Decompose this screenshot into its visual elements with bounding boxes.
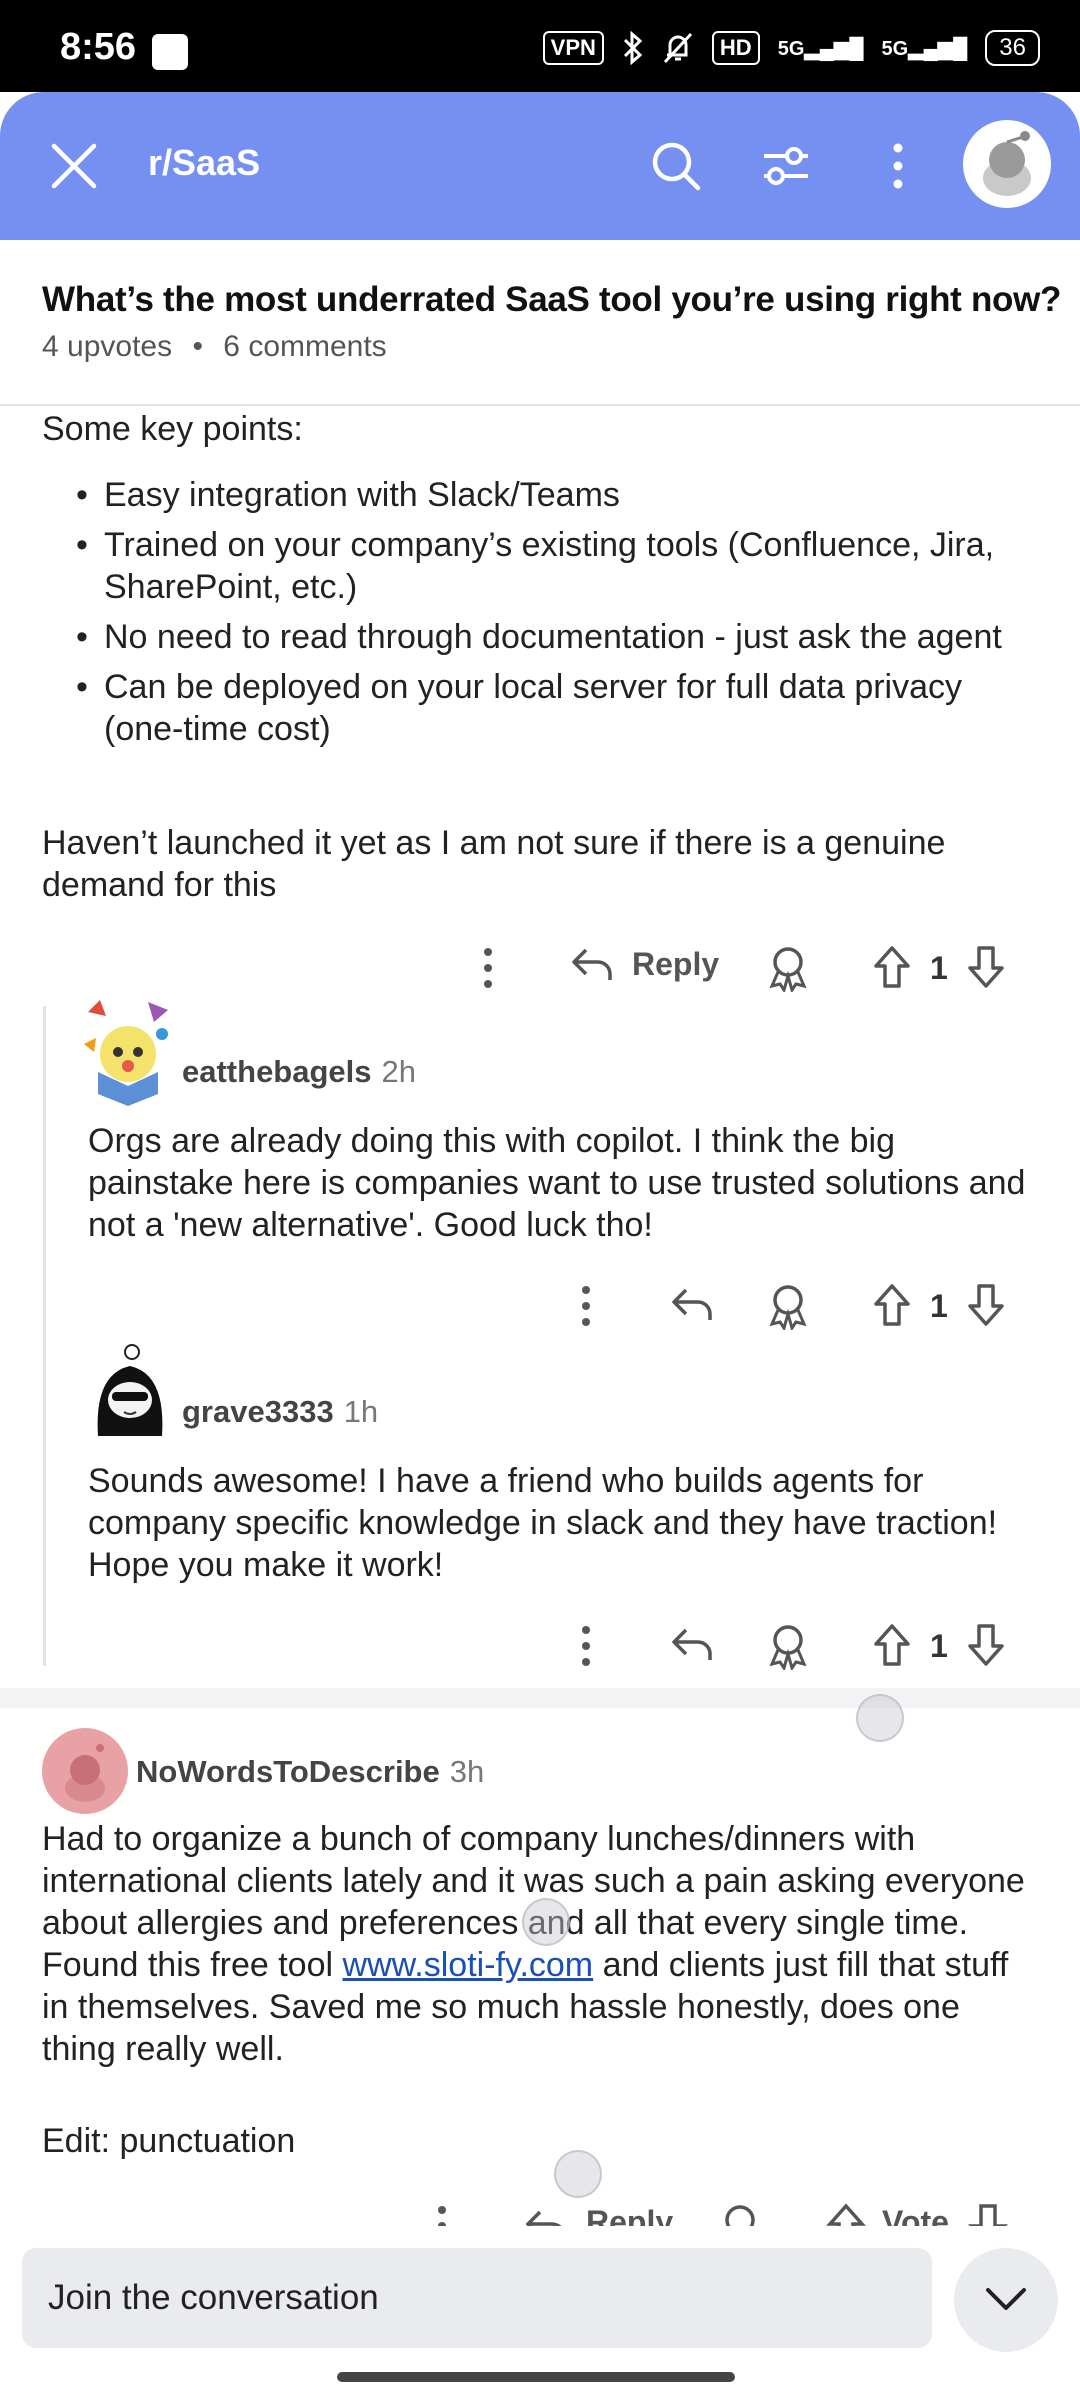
username[interactable]: grave3333 — [182, 1394, 334, 1429]
upvote-icon[interactable] — [872, 1282, 912, 1328]
filter-icon[interactable] — [760, 140, 812, 192]
comment-link[interactable]: www.sloti-fy.com — [343, 1946, 594, 1984]
home-indicator[interactable] — [337, 2372, 735, 2382]
status-bar: 8:56 VPN HD 5G▂▄▆█ 5G▂▄▆█ 36 — [0, 0, 1080, 92]
thread-line[interactable] — [43, 1006, 46, 1666]
comment-text: Sounds awesome! I have a friend who buil… — [88, 1462, 998, 1584]
meta-separator: • — [192, 330, 203, 363]
comment-text: Haven’t launched it yet as I am not sure… — [42, 824, 946, 904]
comment-time: 3h — [449, 1754, 485, 1789]
comment-author: grave3333 1h — [182, 1394, 378, 1430]
comment-actions: Reply Vote — [0, 2196, 1080, 2226]
comment-count: 6 comments — [223, 330, 387, 363]
comment-time: 2h — [381, 1054, 416, 1089]
reply-icon[interactable] — [524, 2206, 568, 2226]
list-item: Can be deployed on your local server for… — [76, 666, 1036, 750]
upvote-icon[interactable] — [872, 1622, 912, 1668]
reply-button[interactable]: Reply — [570, 944, 719, 984]
comment-author: NoWordsToDescribe 3h — [136, 1754, 484, 1790]
vote-count: 1 — [930, 1288, 948, 1324]
comment-input-placeholder: Join the conversation — [48, 2278, 379, 2317]
user-avatar-icon[interactable] — [42, 1728, 128, 1814]
comment-edit-note: Edit: punctuation — [42, 2122, 296, 2160]
reply-icon — [572, 948, 612, 980]
list-item: Trained on your company’s existing tools… — [76, 524, 1036, 608]
snoo-avatar-icon — [983, 131, 1031, 196]
comment-text: Some key points: — [42, 410, 303, 448]
collapse-button[interactable] — [954, 2248, 1058, 2352]
mute-bell-icon — [663, 32, 693, 64]
notification-app-icon — [152, 34, 188, 70]
chevron-down-icon — [986, 2288, 1026, 2310]
comment-time: 1h — [343, 1394, 379, 1429]
close-icon[interactable] — [48, 140, 100, 192]
hd-icon: HD — [711, 31, 760, 65]
vpn-icon: VPN — [542, 31, 604, 65]
comment-input[interactable]: Join the conversation — [22, 2248, 932, 2348]
reply-label[interactable]: Reply — [586, 2204, 673, 2226]
more-options-icon[interactable] — [470, 944, 506, 992]
signal-5g-label: 5G — [777, 37, 805, 60]
comment-bullet-list: Easy integration with Slack/Teams Traine… — [76, 474, 1036, 758]
battery-icon: 36 — [985, 30, 1040, 66]
username[interactable]: NoWordsToDescribe — [136, 1754, 440, 1789]
downvote-icon[interactable] — [966, 944, 1006, 990]
reply-icon[interactable] — [670, 1284, 714, 1324]
touch-indicator — [856, 1694, 904, 1742]
touch-indicator — [554, 2150, 602, 2198]
comment-author: eatthebagels 2h — [182, 1054, 416, 1090]
signal-5g-label-2: 5G — [881, 37, 909, 60]
more-vertical-icon[interactable] — [872, 140, 924, 192]
user-avatar-icon[interactable] — [84, 1344, 174, 1444]
list-item: Easy integration with Slack/Teams — [76, 474, 1036, 516]
bluetooth-icon — [623, 31, 643, 65]
award-icon[interactable] — [766, 1622, 810, 1670]
award-icon[interactable] — [766, 1282, 810, 1330]
post-meta: 4 upvotes • 6 comments — [42, 330, 387, 364]
post-header: What’s the most underrated SaaS tool you… — [0, 240, 1080, 406]
more-options-icon[interactable] — [568, 1282, 604, 1330]
vote-label: Vote — [882, 2204, 949, 2226]
status-indicators: VPN HD 5G▂▄▆█ 5G▂▄▆█ 36 — [542, 30, 1040, 66]
signal-5g-icon-2: 5G▂▄▆█ — [881, 37, 968, 60]
subreddit-name[interactable]: r/SaaS — [148, 142, 260, 184]
downvote-icon[interactable] — [966, 1282, 1006, 1328]
more-options-icon[interactable] — [568, 1622, 604, 1670]
upvote-icon[interactable] — [872, 944, 912, 990]
reply-label: Reply — [632, 945, 720, 982]
signal-5g-icon: 5G▂▄▆█ — [777, 37, 864, 60]
upvote-icon[interactable] — [826, 2202, 866, 2226]
status-time: 8:56 — [60, 26, 137, 68]
user-avatar-icon[interactable] — [78, 994, 178, 1106]
award-icon[interactable] — [766, 944, 810, 992]
touch-indicator — [522, 1898, 570, 1946]
downvote-icon[interactable] — [968, 2202, 1008, 2226]
award-icon[interactable] — [718, 2202, 762, 2226]
post-title[interactable]: What’s the most underrated SaaS tool you… — [42, 280, 1061, 320]
comment-divider — [0, 1688, 1080, 1708]
user-avatar[interactable] — [963, 120, 1051, 208]
subreddit-header: r/SaaS — [0, 92, 1080, 240]
list-item: No need to read through documentation - … — [76, 616, 1036, 658]
vote-count: 1 — [930, 1628, 948, 1664]
username[interactable]: eatthebagels — [182, 1054, 372, 1089]
vote-count: 1 — [930, 950, 948, 986]
downvote-icon[interactable] — [966, 1622, 1006, 1668]
more-options-icon[interactable] — [424, 2202, 460, 2226]
search-icon[interactable] — [650, 140, 702, 192]
upvote-count: 4 upvotes — [42, 330, 173, 363]
comment-text: Orgs are already doing this with copilot… — [88, 1122, 1026, 1244]
reply-icon[interactable] — [670, 1624, 714, 1664]
